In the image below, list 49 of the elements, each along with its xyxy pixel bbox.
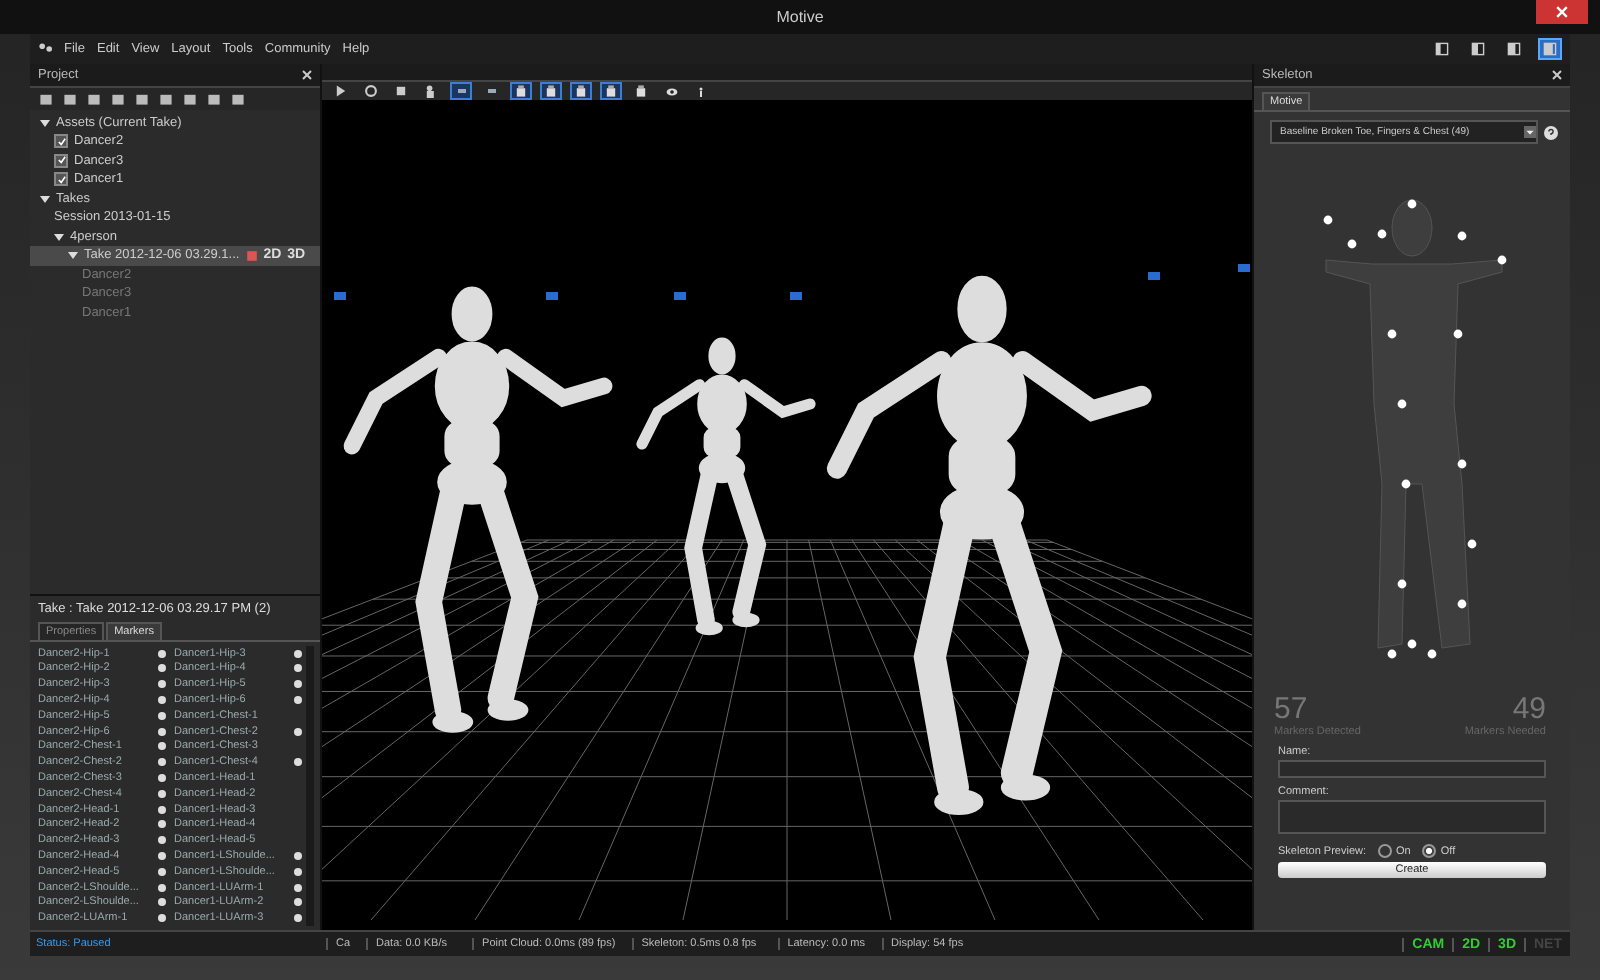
help-icon xyxy=(1544,125,1558,139)
camera-marker-icon xyxy=(1238,264,1250,272)
close-icon xyxy=(1552,70,1562,80)
layout-icon xyxy=(1542,42,1558,56)
checkbox[interactable] xyxy=(54,172,68,187)
camera-marker-icon xyxy=(334,292,346,300)
window-title: Motive xyxy=(776,8,824,26)
camera-view-icon xyxy=(574,84,588,98)
camera-marker-icon xyxy=(674,292,686,300)
layout-icon xyxy=(1434,42,1450,56)
figures-icon xyxy=(424,84,438,98)
info-icon xyxy=(696,83,706,99)
expanded-triangle-icon xyxy=(40,117,50,128)
camera-view-icon xyxy=(514,84,528,98)
camera-view-icon xyxy=(604,84,618,98)
checkbox[interactable] xyxy=(54,153,68,168)
check-icon xyxy=(57,156,65,165)
camera-marker-icon xyxy=(546,292,558,300)
close-icon xyxy=(302,69,312,80)
expanded-triangle-icon xyxy=(40,193,50,204)
toolbar-button[interactable] xyxy=(600,82,622,100)
layout-icon xyxy=(1506,42,1522,56)
checkbox[interactable] xyxy=(54,134,68,149)
app-logo-icon xyxy=(38,42,52,56)
toolbar-button[interactable] xyxy=(510,82,532,100)
name-field[interactable] xyxy=(1278,760,1546,778)
camera-view-icon xyxy=(544,84,558,98)
toolbar-button[interactable] xyxy=(570,82,592,100)
close-icon xyxy=(1556,5,1568,17)
record-icon xyxy=(245,249,258,262)
camera-marker-icon xyxy=(790,292,802,300)
rotate-icon xyxy=(364,84,378,98)
layout-icon xyxy=(1470,42,1486,56)
caret-icon xyxy=(1524,124,1536,140)
close-button[interactable] xyxy=(1536,0,1588,24)
layout-button[interactable] xyxy=(1466,38,1490,60)
toolbar-button[interactable] xyxy=(540,82,562,100)
camera-view-icon xyxy=(634,84,648,98)
comment-field[interactable] xyxy=(1278,800,1546,834)
toolbar-button[interactable] xyxy=(360,82,382,100)
markers-needed-count: 49 xyxy=(1512,694,1546,726)
markers-detected-count: 57 xyxy=(1274,694,1308,726)
camera-marker-icon xyxy=(1148,272,1160,280)
check-icon xyxy=(57,175,65,184)
toolbar-button[interactable] xyxy=(450,82,472,100)
layout-button[interactable] xyxy=(1430,38,1454,60)
square-icon xyxy=(394,84,408,98)
layout-button[interactable] xyxy=(1502,38,1526,60)
check-icon xyxy=(57,137,65,146)
